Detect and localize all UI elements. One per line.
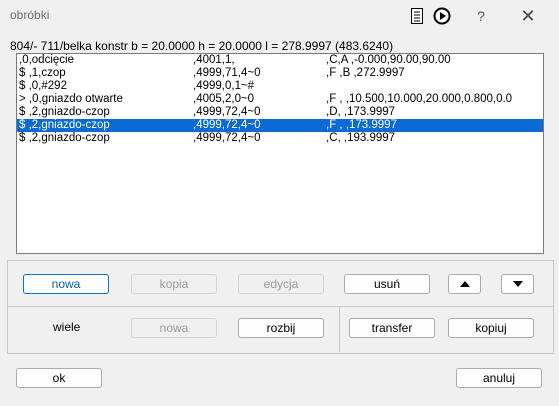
list-item-code: ,4999,72,4~0 bbox=[193, 132, 261, 144]
multi-new-button[interactable]: nowa bbox=[131, 318, 217, 338]
ok-button[interactable]: ok bbox=[16, 368, 102, 388]
list-item-params: ,D, ,173.9997 bbox=[326, 106, 396, 118]
split-button[interactable]: rozbij bbox=[238, 318, 324, 338]
list-item-params: ,F ,B ,272.9997 bbox=[326, 67, 405, 79]
document-icon[interactable] bbox=[410, 6, 424, 26]
list-item-name: > ,0,gniazdo otwarte bbox=[19, 93, 123, 105]
play-circle-icon[interactable] bbox=[432, 6, 452, 26]
arrow-down-icon bbox=[512, 281, 523, 287]
move-up-button[interactable] bbox=[448, 274, 481, 294]
edit-button[interactable]: edycja bbox=[238, 274, 324, 294]
move-down-button[interactable] bbox=[501, 274, 534, 294]
multi-label: wiele bbox=[53, 320, 81, 334]
list-item-code: ,4005,2,0~0 bbox=[193, 93, 255, 105]
list-item-params: ,F , ,10.500,10.000,20.000,0.800,0.0 bbox=[326, 93, 513, 105]
arrow-up-icon bbox=[459, 281, 470, 287]
new-button[interactable]: nowa bbox=[23, 274, 109, 294]
help-button[interactable]: ? bbox=[471, 6, 491, 26]
list-item[interactable]: > ,0,gniazdo otwarte ,4005,2,0~0 ,F , ,10.… bbox=[17, 93, 543, 106]
list-item-params: ,C, ,193.9997 bbox=[326, 132, 396, 144]
copy-to-button[interactable]: kopiuj bbox=[448, 318, 534, 338]
window-title: obróbki bbox=[10, 8, 50, 22]
transfer-button[interactable]: transfer bbox=[349, 318, 435, 338]
close-button[interactable]: ✕ bbox=[518, 6, 538, 26]
list-item-name: $ ,2,gniazdo-czop bbox=[19, 106, 110, 118]
list-item[interactable]: $ ,2,gniazdo-czop ,4999,72,4~0 ,C, ,193.99… bbox=[17, 132, 543, 145]
list-item-name: ,0,odcięcie bbox=[19, 54, 74, 66]
list-item[interactable]: $ ,2,gniazdo-czop ,4999,72,4~0 ,D, ,173.99… bbox=[17, 106, 543, 119]
title-bar: obróbki ? ✕ bbox=[0, 0, 559, 32]
element-info: 804/- 711/belka konstr b = 20.0000 h = 2… bbox=[10, 39, 394, 53]
list-item[interactable]: $ ,0,#292 ,4999,0,1~# bbox=[17, 80, 543, 93]
list-item-name: $ ,0,#292 bbox=[19, 80, 67, 92]
list-item-name: $ ,2,gniazdo-czop bbox=[19, 132, 110, 144]
panel-divider bbox=[339, 307, 340, 352]
list-item-code: ,4999,71,4~0 bbox=[193, 67, 261, 79]
list-item-code: ,4999,72,4~0 bbox=[193, 119, 261, 131]
list-item[interactable]: $ ,2,gniazdo-czop ,4999,72,4~0 ,F , ,173.9… bbox=[17, 119, 543, 132]
list-item-code: ,4999,72,4~0 bbox=[193, 106, 261, 118]
list-item-params: ,F , ,173.9997 bbox=[326, 119, 397, 131]
list-item-name: $ ,1,czop bbox=[19, 67, 66, 79]
operations-list[interactable]: ,0,odcięcie ,4001,1, ,C,A ,-0.000,90.00,90… bbox=[16, 53, 544, 254]
list-item[interactable]: ,0,odcięcie ,4001,1, ,C,A ,-0.000,90.00,90… bbox=[17, 54, 543, 67]
list-item[interactable]: $ ,1,czop ,4999,71,4~0 ,F ,B ,272.9997 bbox=[17, 67, 543, 80]
list-item-params: ,C,A ,-0.000,90.00,90.00 bbox=[326, 54, 451, 66]
copy-button[interactable]: kopia bbox=[131, 274, 217, 294]
cancel-button[interactable]: anuluj bbox=[456, 368, 542, 388]
delete-button[interactable]: usuń bbox=[344, 274, 430, 294]
list-item-code: ,4999,0,1~# bbox=[193, 80, 255, 92]
list-item-code: ,4001,1, bbox=[193, 54, 235, 66]
list-item-name: $ ,2,gniazdo-czop bbox=[19, 119, 110, 131]
